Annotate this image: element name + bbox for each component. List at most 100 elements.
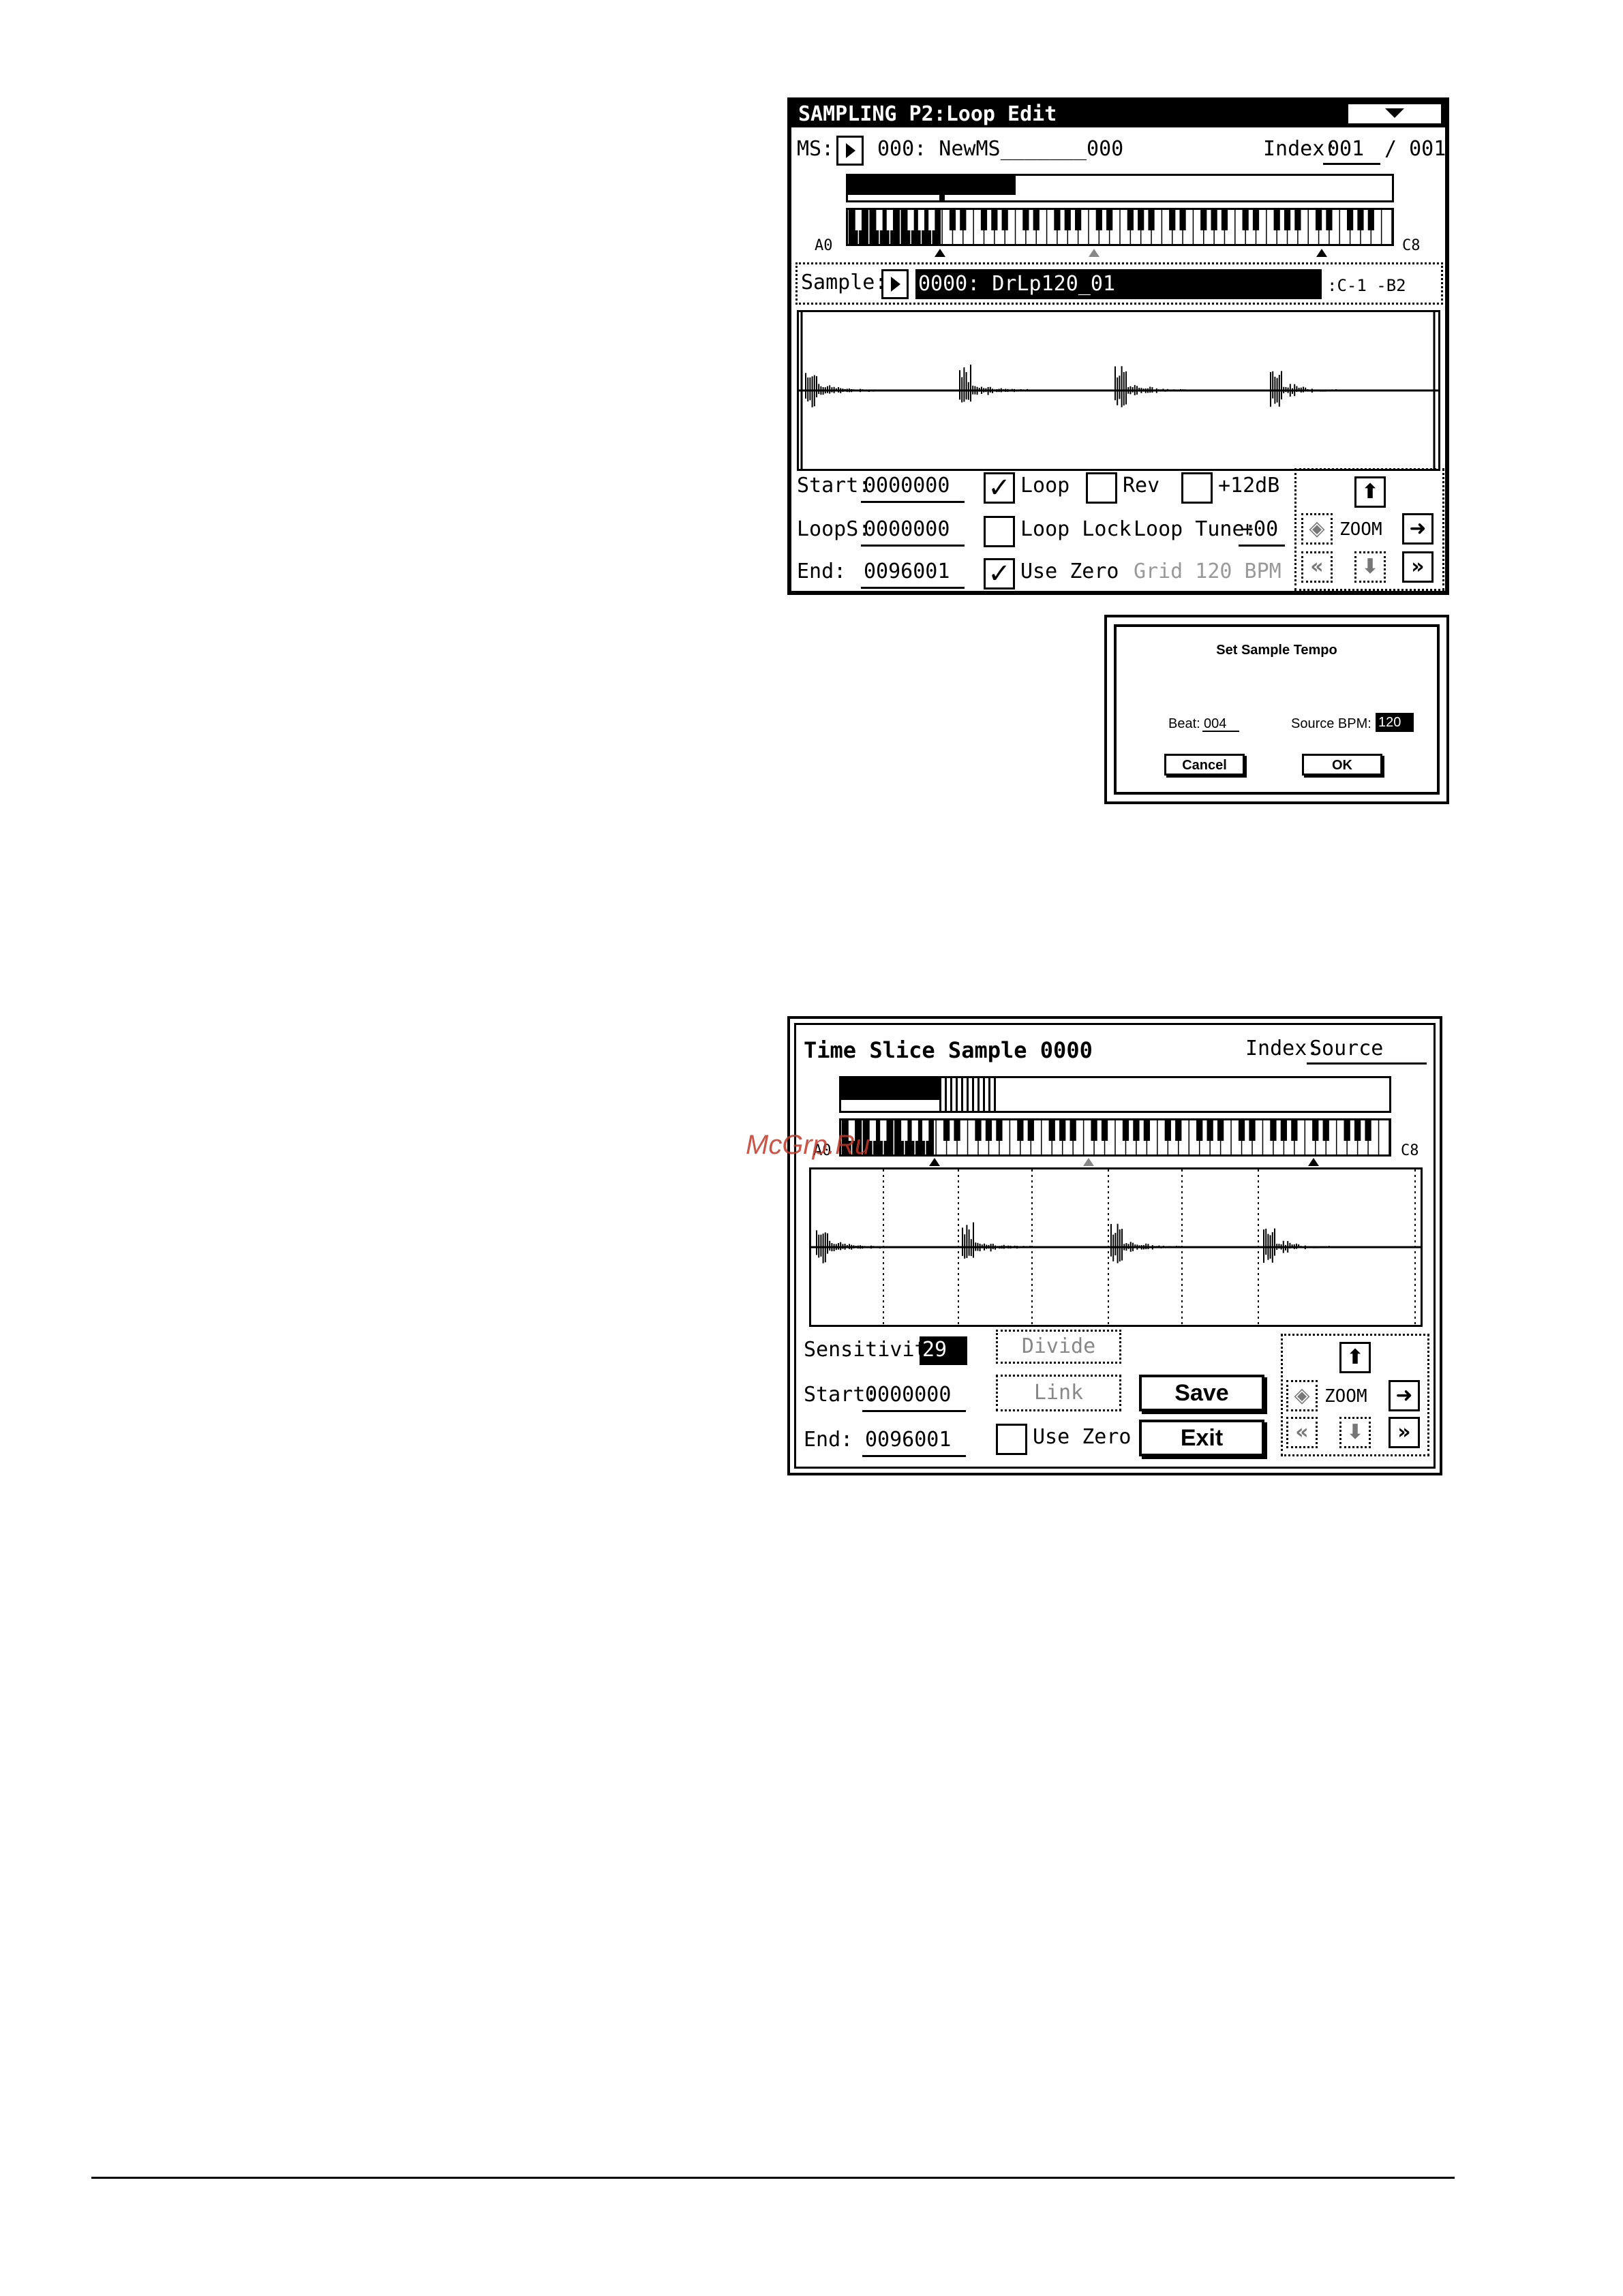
zoom-up-button[interactable]: ⬆: [1354, 476, 1386, 508]
cancel-button[interactable]: Cancel: [1164, 754, 1245, 776]
keyrange-marker: [939, 195, 945, 202]
zoom-down-button[interactable]: ⬇: [1354, 551, 1386, 583]
zoom-down-button[interactable]: ⬇: [1339, 1417, 1371, 1448]
beat-underline: [1202, 731, 1239, 732]
keyrange-fill: [841, 1078, 939, 1100]
waveform-plot: [811, 1169, 1421, 1325]
looplock-checkbox[interactable]: [984, 516, 1015, 547]
play-icon: [891, 277, 900, 292]
zoom-fit-right-button[interactable]: »: [1389, 1417, 1420, 1448]
end-label: End:: [797, 560, 847, 583]
keyboard-keys: [848, 210, 1392, 244]
beat-label: Beat:: [1168, 716, 1200, 731]
start-value[interactable]: 0000000: [865, 1383, 951, 1407]
sensitivity-field[interactable]: 29: [920, 1336, 967, 1365]
loop-edit-screen: SAMPLING P2:Loop Edit MS: 000: NewMS____…: [787, 97, 1449, 595]
zoom-left-button[interactable]: ◈: [1286, 1380, 1318, 1411]
sample-value: 0000: DrLp120_01: [918, 272, 1115, 296]
zoom-right-button[interactable]: ➜: [1402, 513, 1434, 545]
save-button[interactable]: Save: [1139, 1375, 1264, 1411]
watermark-logo: McGrp.Ru: [746, 1130, 870, 1160]
end-value[interactable]: 0096001: [864, 560, 950, 584]
set-sample-tempo-dialog: Set Sample Tempo Beat: 004 Source BPM: 1…: [1104, 615, 1449, 804]
page-menu-button[interactable]: [1347, 103, 1442, 125]
marker-left-icon: [935, 249, 945, 257]
zoom-label: ZOOM: [1339, 519, 1382, 540]
index-value[interactable]: Source: [1309, 1037, 1383, 1061]
start-label: Start:: [797, 474, 871, 498]
bpm-label: Source BPM:: [1291, 716, 1371, 731]
play-icon: [846, 143, 855, 158]
rev-label: Rev: [1123, 474, 1160, 498]
keyboard[interactable]: [846, 208, 1394, 246]
plus12db-label: +12dB: [1218, 474, 1280, 498]
zoom-up-button[interactable]: ⬆: [1339, 1342, 1371, 1373]
looplock-label: Loop Lock: [1020, 517, 1132, 541]
index-underline: [1323, 163, 1380, 165]
index-value[interactable]: 001: [1327, 137, 1364, 162]
zoom-fit-left-button[interactable]: «: [1286, 1417, 1318, 1448]
bpm-field[interactable]: 120: [1376, 713, 1414, 732]
kb-high-label: C8: [1402, 237, 1421, 254]
keyboard[interactable]: [839, 1118, 1391, 1157]
usezero-label: Use Zero: [1020, 560, 1119, 583]
sample-field[interactable]: 0000: DrLp120_01: [915, 269, 1322, 299]
index-label: Index:: [1245, 1037, 1320, 1060]
loops-underline: [861, 545, 965, 547]
marker-mid-icon: [1089, 249, 1099, 257]
keyrange-fill: [848, 176, 1016, 195]
index-underline: [1307, 1062, 1427, 1065]
zoom-right-button[interactable]: ➜: [1389, 1380, 1420, 1411]
zoom-left-button[interactable]: ◈: [1301, 513, 1333, 545]
looptune-underline: [1239, 545, 1285, 547]
keyrange-bar: [839, 1076, 1391, 1113]
usezero-checkbox[interactable]: ✓: [984, 558, 1015, 590]
sample-select-button[interactable]: [881, 269, 909, 299]
waveform-display[interactable]: [797, 310, 1440, 471]
index-total: / 001: [1384, 137, 1446, 161]
usezero-checkbox[interactable]: [996, 1424, 1027, 1455]
end-value[interactable]: 0096001: [865, 1428, 951, 1452]
divide-button[interactable]: Divide: [996, 1330, 1121, 1364]
link-button[interactable]: Link: [996, 1375, 1121, 1411]
waveform-display[interactable]: [809, 1167, 1423, 1327]
marker-left-icon: [929, 1158, 940, 1166]
usezero-label: Use Zero: [1033, 1425, 1132, 1449]
zoom-label: ZOOM: [1324, 1386, 1367, 1407]
time-slice-screen: Time Slice Sample 0000 Index: Source A0 …: [787, 1016, 1442, 1475]
sample-range: :C-1 -B2: [1327, 276, 1406, 295]
chevron-down-icon: [1385, 108, 1404, 118]
bpm-value: 120: [1378, 715, 1401, 730]
marker-right-icon: [1316, 249, 1327, 257]
looptune-value[interactable]: +00: [1241, 517, 1278, 542]
loops-label: LoopS:: [797, 517, 871, 541]
start-underline: [862, 1410, 966, 1412]
exit-button[interactable]: Exit: [1139, 1420, 1264, 1456]
dialog-title: Set Sample Tempo: [1216, 643, 1337, 658]
marker-mid-icon: [1083, 1158, 1094, 1166]
beat-value[interactable]: 004: [1204, 711, 1226, 736]
ok-button[interactable]: OK: [1302, 754, 1382, 776]
sample-label: Sample:: [801, 271, 888, 294]
grid-bpm-label: Grid 120 BPM: [1134, 560, 1281, 583]
start-value[interactable]: 0000000: [864, 474, 950, 498]
start-underline: [861, 501, 965, 503]
zoom-fit-right-button[interactable]: »: [1402, 551, 1434, 583]
keyboard-keys: [841, 1120, 1389, 1154]
waveform-plot: [799, 312, 1438, 469]
ms-select-button[interactable]: [836, 136, 864, 166]
time-slice-title: Time Slice Sample 0000: [804, 1037, 1093, 1063]
zoom-fit-left-button[interactable]: «: [1301, 551, 1333, 583]
index-label: Index:: [1263, 137, 1337, 161]
loops-value[interactable]: 0000000: [864, 517, 950, 542]
loop-checkbox[interactable]: ✓: [984, 472, 1015, 504]
plus12db-checkbox[interactable]: [1181, 472, 1213, 504]
keyrange-slices: [939, 1078, 998, 1111]
sensitivity-value: 29: [922, 1338, 947, 1362]
marker-right-icon: [1308, 1158, 1319, 1166]
kb-low-label: A0: [815, 237, 833, 254]
rev-checkbox[interactable]: [1086, 472, 1117, 504]
end-label: End:: [804, 1428, 853, 1452]
ms-value[interactable]: 000: NewMS_______000: [877, 137, 1123, 162]
end-underline: [862, 1455, 966, 1457]
